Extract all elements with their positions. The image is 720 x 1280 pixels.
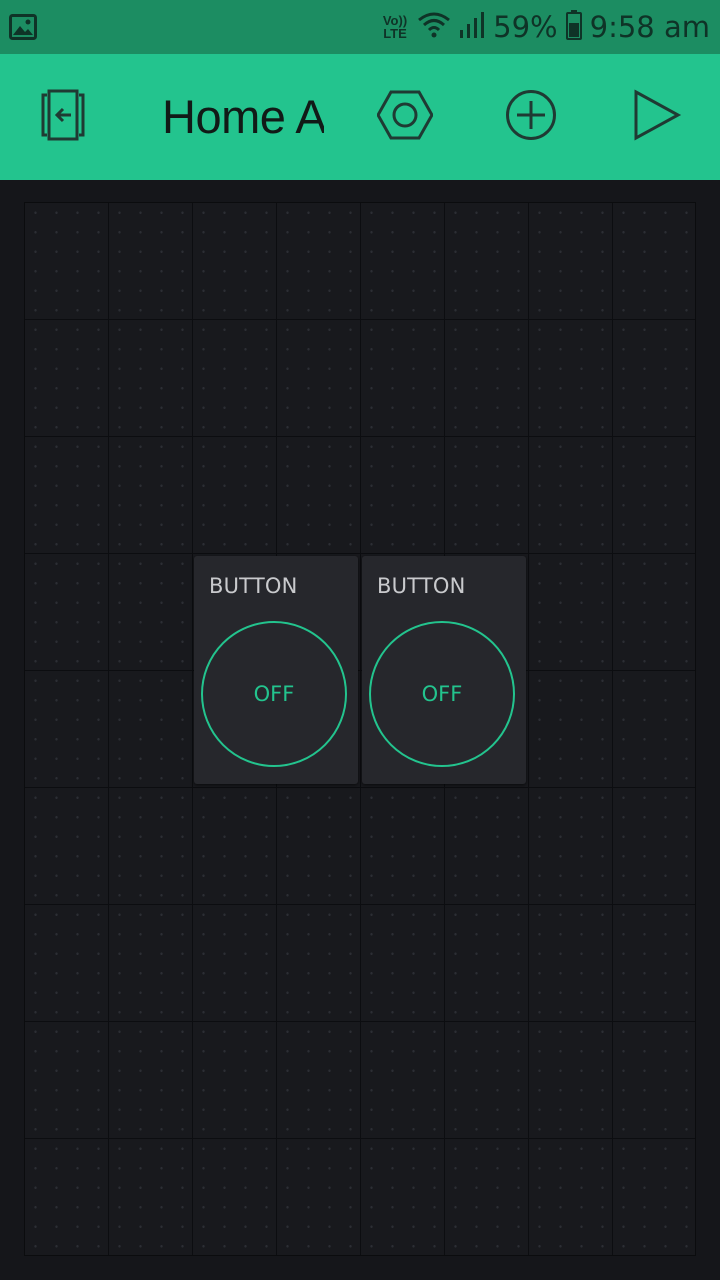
status-bar: Vo)) LTE 59% 9:58 am [0,0,720,54]
settings-button[interactable] [368,54,442,180]
wifi-icon [417,10,459,45]
signal-icon [459,10,493,45]
widget-label: BUTTON [209,574,298,598]
lte-label: LTE [383,26,407,41]
exit-icon [35,89,91,146]
button-widget-2[interactable]: BUTTON OFF [362,556,526,784]
button-widget-1[interactable]: BUTTON OFF [194,556,358,784]
battery-icon [565,9,590,45]
app-bar: Home A [0,54,720,180]
toggle-button-1[interactable]: OFF [201,621,347,767]
play-icon [632,88,682,146]
volte-indicator: Vo)) LTE [383,14,407,40]
battery-percent: 59% [493,10,558,44]
project-title[interactable]: Home A [162,54,324,180]
dot-grid [24,202,696,1256]
button-state: OFF [421,682,463,706]
gallery-icon [9,14,37,45]
add-circle-icon [505,89,557,146]
settings-hexagon-icon [376,90,434,145]
play-button[interactable] [622,54,692,180]
button-state: OFF [253,682,295,706]
widget-canvas[interactable] [0,180,720,1280]
clock: 9:58 am [589,10,710,44]
add-widget-button[interactable] [494,54,568,180]
widget-label: BUTTON [377,574,466,598]
status-indicators: Vo)) LTE 59% 9:58 am [383,6,710,48]
toggle-button-2[interactable]: OFF [369,621,515,767]
exit-button[interactable] [24,54,102,180]
